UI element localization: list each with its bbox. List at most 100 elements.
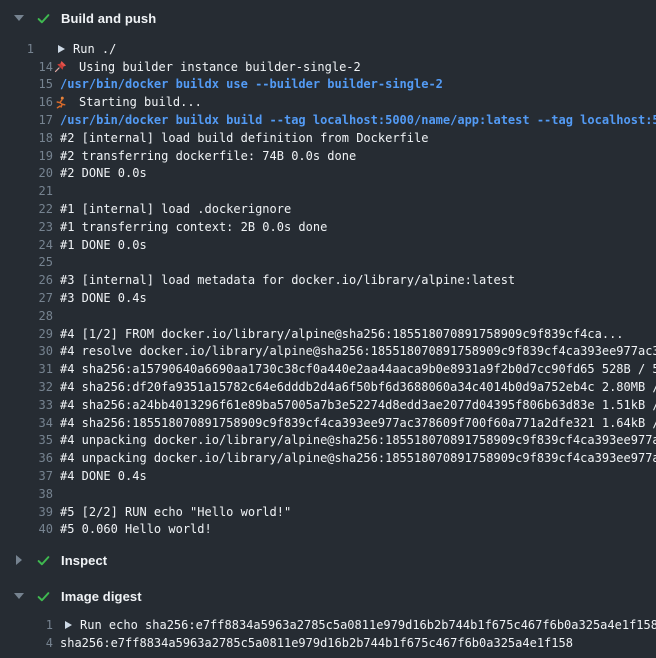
log-line: 17 /usr/bin/docker buildx build --tag lo…: [0, 111, 656, 129]
line-number[interactable]: 33: [0, 398, 53, 412]
log-line: 4 sha256:e7ff8834a5963a2785c5a0811e979d1…: [0, 634, 656, 652]
line-number[interactable]: 1: [0, 42, 34, 56]
log-text: /usr/bin/docker buildx use --builder bui…: [60, 77, 656, 91]
line-number[interactable]: 40: [0, 522, 53, 536]
log-text: #3 DONE 0.4s: [60, 291, 656, 305]
check-icon: [35, 10, 51, 26]
log-text: #4 unpacking docker.io/library/alpine@sh…: [60, 433, 656, 447]
log-line: 21: [0, 182, 656, 200]
line-number[interactable]: 27: [0, 291, 53, 305]
line-number[interactable]: 22: [0, 202, 53, 216]
runner-icon: [53, 95, 67, 109]
expand-arrow-icon[interactable]: [65, 621, 72, 629]
log-text: #4 [1/2] FROM docker.io/library/alpine@s…: [60, 327, 656, 341]
log-text: #4 DONE 0.4s: [60, 469, 656, 483]
log-line: 31 #4 sha256:a15790640a6690aa1730c38cf0a…: [0, 360, 656, 378]
line-number[interactable]: 14: [0, 60, 53, 74]
log-text: #1 transferring context: 2B 0.0s done: [60, 220, 656, 234]
expand-arrow-icon[interactable]: [58, 45, 65, 53]
line-number[interactable]: 4: [0, 636, 53, 650]
log-content-image-digest: 1 Run echo sha256:e7ff8834a5963a2785c5a0…: [0, 614, 656, 658]
log-text: sha256:e7ff8834a5963a2785c5a0811e979d16b…: [60, 636, 656, 650]
log-line: 39 #5 [2/2] RUN echo "Hello world!": [0, 503, 656, 521]
log-line: 16 Starting build...: [0, 93, 656, 111]
line-number[interactable]: 28: [0, 309, 53, 323]
log-line: 24 #1 DONE 0.0s: [0, 236, 656, 254]
log-line: 28: [0, 307, 656, 325]
log-line: 35 #4 unpacking docker.io/library/alpine…: [0, 432, 656, 450]
log-group-line[interactable]: 1 Run ./: [0, 40, 656, 58]
line-number[interactable]: 30: [0, 344, 53, 358]
log-line: 37 #4 DONE 0.4s: [0, 467, 656, 485]
log-text: #5 0.060 Hello world!: [60, 522, 656, 536]
line-number[interactable]: 21: [0, 184, 53, 198]
workflow-log-viewer: Build and push 1 Run ./ 14 Using builder…: [0, 0, 656, 658]
line-number[interactable]: 20: [0, 166, 53, 180]
log-text: #4 resolve docker.io/library/alpine@sha2…: [60, 344, 656, 358]
chevron-icon[interactable]: [12, 15, 26, 21]
log-text: Starting build...: [79, 95, 656, 109]
line-number[interactable]: 34: [0, 416, 53, 430]
log-line: 27 #3 DONE 0.4s: [0, 289, 656, 307]
log-text: #4 sha256:a15790640a6690aa1730c38cf0a440…: [60, 362, 656, 376]
log-line: 29 #4 [1/2] FROM docker.io/library/alpin…: [0, 325, 656, 343]
log-content-build-and-push: 1 Run ./ 14 Using builder instance build…: [0, 36, 656, 542]
log-line: 34 #4 sha256:185518070891758909c9f839cf4…: [0, 414, 656, 432]
log-line: 33 #4 sha256:a24bb4013296f61e89ba57005a7…: [0, 396, 656, 414]
line-number[interactable]: 31: [0, 362, 53, 376]
log-text: Run ./: [73, 42, 656, 56]
log-text: #1 DONE 0.0s: [60, 238, 656, 252]
log-line: 18 #2 [internal] load build definition f…: [0, 129, 656, 147]
log-line: 38: [0, 485, 656, 503]
log-text: /usr/bin/docker buildx build --tag local…: [60, 113, 656, 127]
line-number[interactable]: 37: [0, 469, 53, 483]
log-text: Using builder instance builder-single-2: [79, 60, 656, 74]
log-line: 22 #1 [internal] load .dockerignore: [0, 200, 656, 218]
line-number[interactable]: 39: [0, 505, 53, 519]
section-header-image-digest[interactable]: Image digest: [0, 578, 656, 614]
log-line: 14 Using builder instance builder-single…: [0, 58, 656, 76]
log-line: 40 #5 0.060 Hello world!: [0, 521, 656, 539]
line-number[interactable]: 24: [0, 238, 53, 252]
line-number[interactable]: 1: [0, 618, 53, 632]
log-line: 32 #4 sha256:df20fa9351a15782c64e6dddb2d…: [0, 378, 656, 396]
log-line: 36 #4 unpacking docker.io/library/alpine…: [0, 449, 656, 467]
log-line: 26 #3 [internal] load metadata for docke…: [0, 271, 656, 289]
log-line: 19 #2 transferring dockerfile: 74B 0.0s …: [0, 147, 656, 165]
log-line: 23 #1 transferring context: 2B 0.0s done: [0, 218, 656, 236]
line-number[interactable]: 23: [0, 220, 53, 234]
log-line: 25: [0, 254, 656, 272]
log-text: #4 sha256:df20fa9351a15782c64e6dddb2d4a6…: [60, 380, 656, 394]
line-number[interactable]: 17: [0, 113, 53, 127]
chevron-icon[interactable]: [12, 593, 26, 599]
line-number[interactable]: 35: [0, 433, 53, 447]
log-line: 20 #2 DONE 0.0s: [0, 165, 656, 183]
log-text: #4 sha256:a24bb4013296f61e89ba57005a7b3e…: [60, 398, 656, 412]
pushpin-icon: [53, 60, 67, 74]
section-header-build-and-push[interactable]: Build and push: [0, 0, 656, 36]
check-icon: [35, 588, 51, 604]
section-header-inspect[interactable]: Inspect: [0, 542, 656, 578]
log-text: #2 transferring dockerfile: 74B 0.0s don…: [60, 149, 656, 163]
line-number[interactable]: 38: [0, 487, 53, 501]
line-number[interactable]: 19: [0, 149, 53, 163]
log-text: #2 DONE 0.0s: [60, 166, 656, 180]
log-text: Run echo sha256:e7ff8834a5963a2785c5a081…: [80, 618, 656, 632]
line-number[interactable]: 36: [0, 451, 53, 465]
log-text: #1 [internal] load .dockerignore: [60, 202, 656, 216]
line-number[interactable]: 15: [0, 77, 53, 91]
log-group-line[interactable]: 1 Run echo sha256:e7ff8834a5963a2785c5a0…: [0, 616, 656, 634]
line-number[interactable]: 16: [0, 95, 53, 109]
line-number[interactable]: 18: [0, 131, 53, 145]
log-line: 30 #4 resolve docker.io/library/alpine@s…: [0, 343, 656, 361]
line-number[interactable]: 32: [0, 380, 53, 394]
line-number[interactable]: 25: [0, 255, 53, 269]
section-title: Inspect: [61, 553, 107, 568]
section-title: Image digest: [61, 589, 142, 604]
line-number[interactable]: 29: [0, 327, 53, 341]
line-number[interactable]: 26: [0, 273, 53, 287]
log-text: #2 [internal] load build definition from…: [60, 131, 656, 145]
log-text: #3 [internal] load metadata for docker.i…: [60, 273, 656, 287]
log-text: #4 unpacking docker.io/library/alpine@sh…: [60, 451, 656, 465]
chevron-icon[interactable]: [12, 555, 26, 565]
